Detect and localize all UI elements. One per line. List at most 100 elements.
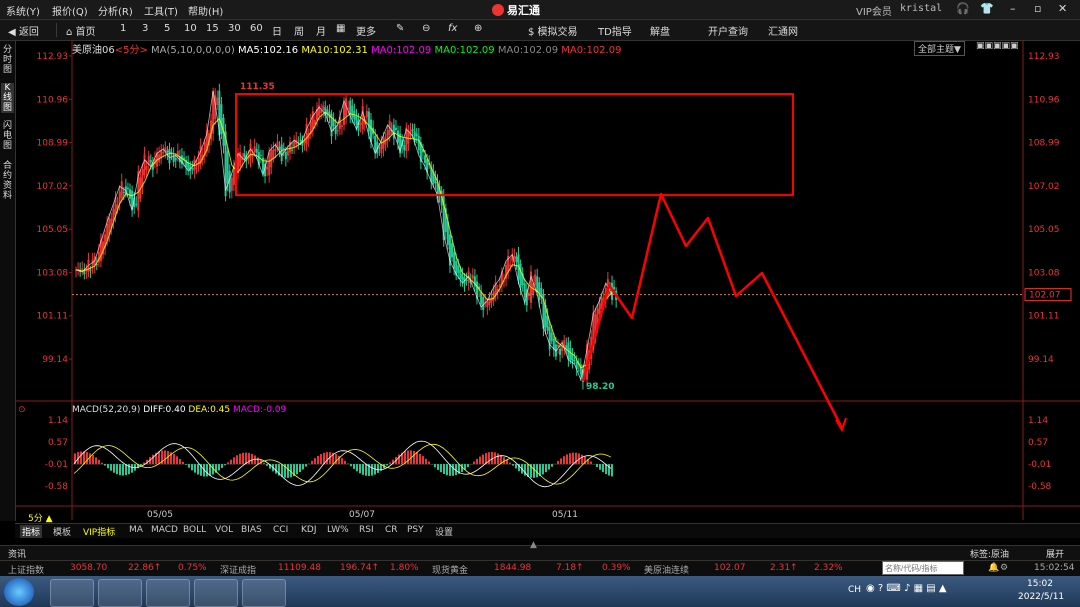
macd-bar	[221, 464, 223, 468]
macd-bar	[119, 464, 121, 476]
ime-indicator[interactable]: CH	[848, 585, 861, 595]
candle-body	[411, 129, 414, 132]
macd-tick-right: -0.58	[1028, 482, 1052, 492]
ind-tab-template[interactable]: 模板	[53, 525, 71, 538]
candle-body	[311, 111, 314, 130]
macd-settings-icon[interactable]: ⊙	[18, 405, 26, 415]
candle-body	[349, 100, 352, 116]
macd-bar	[227, 462, 229, 465]
y-tick-label-left: 99.14	[42, 355, 68, 365]
ticker-name: 现货黄金	[432, 566, 469, 576]
ma5-value: MA5:102.16	[237, 45, 299, 56]
macd-bar	[569, 453, 571, 465]
macd-bar	[389, 462, 391, 465]
ticker-pct: 0.39%	[602, 563, 631, 573]
macd-bar	[179, 458, 181, 465]
y-tick-label-right: 99.14	[1028, 355, 1054, 365]
candle-body	[490, 297, 493, 303]
candle-body	[480, 291, 483, 305]
ind-tab-ma[interactable]: MA	[129, 525, 143, 535]
search-input[interactable]	[882, 561, 964, 575]
ind-tab-psy[interactable]: PSY	[407, 525, 424, 535]
macd-bar	[563, 456, 565, 465]
ind-tab-boll[interactable]: BOLL	[183, 525, 206, 535]
candle-body	[461, 274, 464, 281]
ind-tab-vip[interactable]: VIP指标	[83, 525, 115, 538]
y-tick-label-right: 108.99	[1028, 139, 1060, 149]
news-expand-button[interactable]: 展开	[1046, 547, 1064, 560]
macd-bar	[353, 464, 355, 469]
ind-tab-cr[interactable]: CR	[385, 525, 398, 535]
candle-body	[559, 348, 562, 355]
candle-body	[365, 111, 368, 118]
candle-body	[417, 135, 420, 151]
news-collapse-icon[interactable]: ▲	[530, 540, 537, 550]
ticker-name: 上证指数	[8, 566, 45, 576]
folder-icon[interactable]	[50, 579, 94, 607]
macd-bar	[599, 464, 601, 470]
macd-bar	[80, 451, 82, 465]
macd-bar	[509, 462, 511, 465]
ind-tab-cci[interactable]: CCI	[273, 525, 288, 535]
kline-chart[interactable]: 112.93 112.93 110.96 110.96 108.99 108.99 107.…	[0, 0, 1080, 607]
settings-icon[interactable]: ⚙	[1000, 563, 1008, 573]
candle-body	[465, 280, 468, 282]
yihuitong-icon[interactable]	[194, 579, 238, 607]
low-label: 98.20	[586, 382, 614, 392]
wps-icon[interactable]	[146, 579, 190, 607]
candle-body	[569, 348, 572, 360]
macd-bar	[347, 463, 349, 465]
candle-body	[459, 269, 462, 279]
grid-layer	[15, 40, 1080, 520]
view-toggle-icons[interactable]: ▣▣▣▣▣	[976, 41, 1019, 51]
projection-path	[581, 192, 844, 429]
macd-bar	[551, 464, 553, 467]
ind-tab-kdj[interactable]: KDJ	[301, 525, 317, 535]
candle-body	[174, 157, 177, 161]
paint-icon[interactable]	[242, 579, 286, 607]
start-button[interactable]	[4, 578, 34, 606]
macd-bar	[185, 464, 187, 465]
label-layer: 112.93 112.93 110.96 110.96 108.99 108.99 107.…	[37, 52, 1061, 520]
indicator-tabs: 指标 模板 VIP指标 MA MACD BOLL VOL BIAS CCI KD…	[15, 523, 1080, 538]
macd-bar	[233, 457, 235, 465]
macd-bar	[476, 458, 478, 465]
macd-bar	[581, 454, 583, 465]
candle-body	[340, 125, 343, 127]
wechat-icon[interactable]	[98, 579, 142, 607]
candle-body	[126, 187, 129, 190]
macd-bar	[452, 464, 454, 476]
news-label[interactable]: 资讯	[8, 547, 26, 560]
candle-body	[598, 303, 601, 314]
candle-body	[453, 252, 456, 269]
candle-body	[195, 167, 198, 169]
macd-bar	[497, 453, 499, 465]
overlay-layer	[72, 93, 1072, 433]
high-label: 111.35	[240, 82, 275, 92]
ind-tab-bias[interactable]: BIAS	[241, 525, 262, 535]
ind-tab-lw[interactable]: LW%	[327, 525, 349, 535]
candle-body	[351, 105, 354, 118]
macd-bar	[428, 461, 430, 465]
main-theme-select[interactable]: 全部主题▼	[914, 41, 965, 56]
candle-body	[367, 111, 370, 132]
macd-bar	[545, 464, 547, 473]
macd-bar	[224, 464, 226, 466]
candle-body	[249, 143, 252, 160]
tray-icons[interactable]: ◉ ? ⌨ ♪ ▦ ▤ ▲	[866, 583, 947, 594]
macd-bar	[275, 464, 277, 474]
ind-tab-rsi[interactable]: RSI	[359, 525, 374, 535]
macd-bar	[254, 455, 256, 465]
bell-icon[interactable]: 🔔	[988, 563, 999, 573]
candle-body	[492, 291, 495, 301]
candle-body	[255, 148, 258, 153]
ind-tab-macd[interactable]: MACD	[151, 525, 178, 535]
candle-body	[415, 133, 418, 137]
candle-body	[230, 177, 233, 191]
ind-tab-vol[interactable]: VOL	[215, 525, 233, 535]
os-taskbar: CH ◉ ? ⌨ ♪ ▦ ▤ ▲ 15:02 2022/5/11	[0, 576, 1080, 607]
ind-tab-indicator[interactable]: 指标	[20, 525, 43, 538]
chart-header: 美原油06<5分> MA(5,10,0,0,0,0) MA5:102.16 MA…	[72, 41, 621, 56]
ind-tab-settings[interactable]: 设置	[435, 525, 453, 538]
y-tick-label-left: 108.99	[37, 139, 69, 149]
